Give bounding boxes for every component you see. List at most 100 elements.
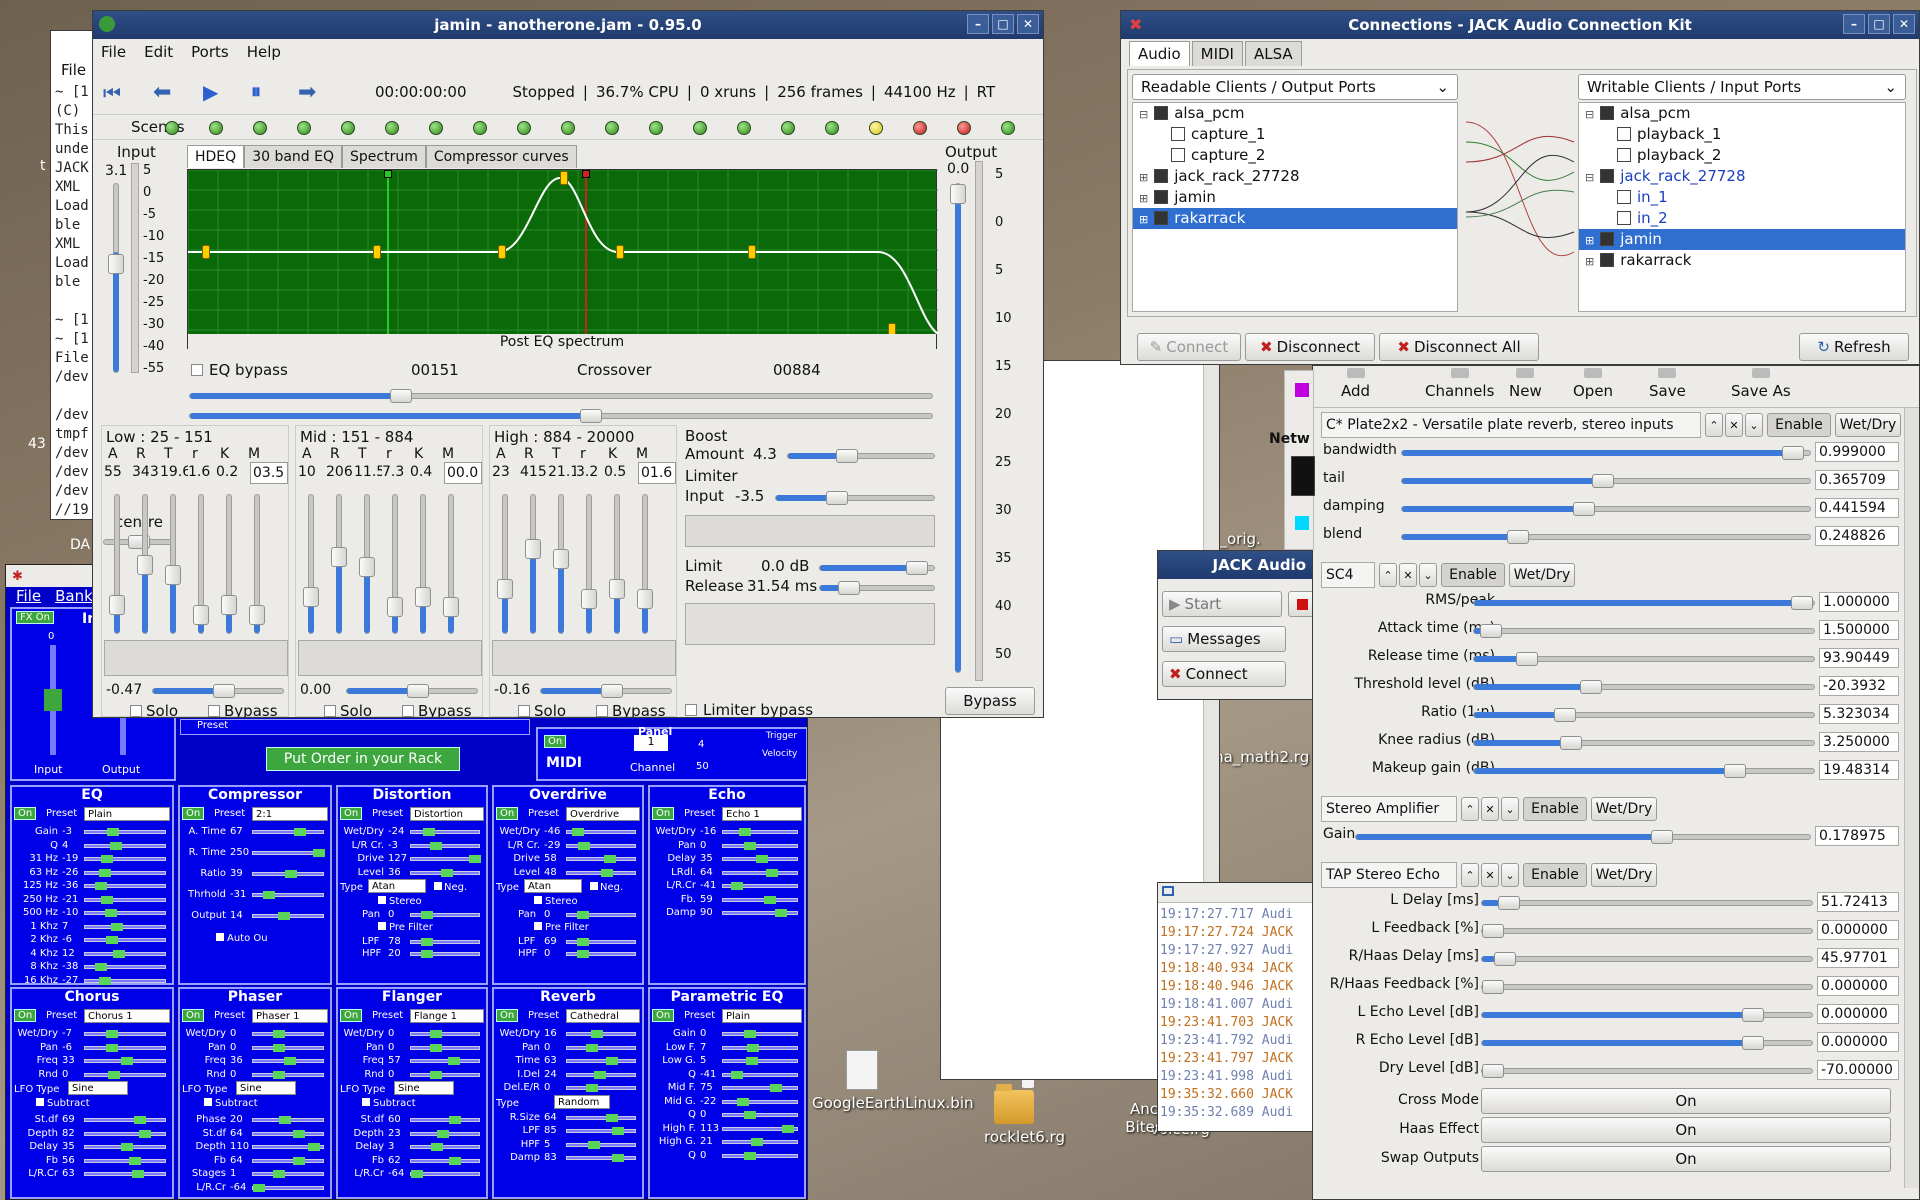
hdeq-graph[interactable]: Post EQ spectrum [187,169,938,350]
param-slider[interactable] [1401,530,1811,544]
rk-param-slider[interactable] [410,1143,480,1151]
rk-type-select[interactable]: Atan [524,879,582,893]
rk-param-slider[interactable] [722,882,798,890]
param-value[interactable]: 51.72413 [1817,892,1899,912]
band-makeup-value[interactable]: 00.0 [444,462,482,484]
tree-item[interactable]: playback_1 [1579,124,1905,145]
param-value[interactable]: 0.000000 [1817,1004,1899,1024]
rk-midi-on-button[interactable]: On [544,735,567,748]
rk-param-slider[interactable] [84,855,166,863]
rk-param-slider[interactable] [410,828,480,836]
plugin-enable-button[interactable]: Enable [1523,797,1587,821]
scene-led[interactable] [825,121,839,135]
band-slider[interactable] [359,494,375,634]
readable-clients-tree[interactable]: ⊟ alsa_pcm capture_1 capture_2 ⊞ jack_rack_27… [1132,102,1458,312]
rk-eq-preset[interactable]: Plain [84,807,170,821]
rk-flanger-preset[interactable]: Flange 1 [410,1009,484,1023]
plugin-enable-button[interactable]: Enable [1523,863,1587,887]
rk-param-slider[interactable] [252,1129,324,1138]
scene-led[interactable] [737,121,751,135]
param-slider[interactable] [1473,736,1815,750]
param-value[interactable]: 0.000000 [1817,976,1899,996]
rk-param-slider[interactable] [410,1030,480,1038]
band-slider[interactable] [525,494,541,634]
rk-menu-bank[interactable]: Bank [55,587,93,607]
close-icon[interactable]: ✕ [1893,14,1915,34]
param-value[interactable]: 1.500000 [1819,620,1899,640]
param-value[interactable]: 0.441594 [1815,498,1899,518]
param-slider[interactable] [1473,708,1815,722]
plugin-enable-button[interactable]: Enable [1441,563,1505,587]
rk-echo-on-button[interactable]: On [652,807,675,820]
rk-param-slider[interactable] [84,1170,166,1178]
expander-icon[interactable]: ⊞ [1139,192,1148,205]
rk-param-slider[interactable] [566,1113,636,1122]
rk-auto-checkbox[interactable]: Auto Ou [216,932,268,945]
tree-item[interactable]: capture_1 [1133,124,1457,145]
scene-led[interactable] [605,121,619,135]
param-slider[interactable] [1473,624,1815,638]
param-slider[interactable] [1481,924,1813,938]
rk-chorus-preset[interactable]: Chorus 1 [84,1009,170,1023]
rk-param-slider[interactable] [252,912,324,920]
rk-param-slider[interactable] [722,909,798,917]
eq-handle[interactable] [202,245,210,259]
scene-led[interactable] [473,121,487,135]
band-slider[interactable] [221,494,237,634]
toolbar-add[interactable]: Add [1341,368,1370,400]
band-gain-slider[interactable] [540,684,672,698]
plugin-down-icon[interactable]: ⌄ [1419,563,1437,587]
rk-compressor-preset[interactable]: 2:1 [252,807,328,821]
scene-led[interactable] [385,121,399,135]
param-slider[interactable] [1481,952,1813,966]
rk-param-slider[interactable] [84,1116,166,1124]
expander-icon[interactable]: ⊟ [1585,171,1594,184]
eq-handle[interactable] [560,171,568,185]
band-slider[interactable] [497,494,513,634]
limiter-input-slider[interactable] [775,491,935,505]
tree-item[interactable]: ⊟ alsa_pcm [1133,103,1457,124]
rk-param-slider[interactable] [84,1043,166,1052]
maximize-icon[interactable]: □ [1868,14,1890,34]
rk-param-slider[interactable] [566,1127,636,1135]
param-slider[interactable] [1481,1064,1813,1078]
rk-parametric-preset[interactable]: Plain [722,1009,802,1023]
rk-param-slider[interactable] [84,1057,166,1065]
tree-item[interactable]: in_1 [1579,187,1905,208]
boost-slider[interactable] [787,449,935,463]
rk-flanger-on-button[interactable]: On [340,1009,363,1022]
scene-led[interactable] [209,121,223,135]
toggle-button[interactable]: On [1481,1146,1891,1172]
rk-param-slider[interactable] [722,1043,798,1052]
tree-item[interactable]: ⊞ jack_rack_27728 [1133,166,1457,187]
rk-param-slider[interactable] [252,1070,324,1079]
tree-item[interactable]: ⊞ jamin [1133,187,1457,208]
rk-param-slider[interactable] [722,1084,798,1092]
param-value[interactable]: 45.97701 [1817,948,1899,968]
rk-phaser-preset[interactable]: Phaser 1 [252,1009,328,1023]
rk-param-slider[interactable] [722,895,798,904]
output-gain-slider[interactable] [950,183,966,673]
rk-param-slider[interactable] [252,828,324,836]
scene-led[interactable] [561,121,575,135]
band-makeup-value[interactable]: 03.5 [250,462,288,484]
plugin-x-icon[interactable]: ✕ [1725,413,1743,437]
param-slider[interactable] [1401,446,1811,460]
plugin-up-icon[interactable]: ⌃ [1705,413,1723,437]
rk-param-slider[interactable] [84,1129,166,1138]
rk-param-slider[interactable] [410,1116,480,1124]
rk-lfo-select[interactable]: Sine [236,1081,296,1095]
expander-icon[interactable]: ⊞ [1585,255,1594,268]
scene-led[interactable] [869,121,883,135]
rk-param-slider[interactable] [84,828,166,836]
plugin-wetdry-button[interactable]: Wet/Dry [1591,863,1657,887]
param-slider[interactable] [1473,680,1815,694]
band-slider[interactable] [415,494,431,634]
rewind-start-icon[interactable]: ⏮ [103,81,121,105]
rk-compressor-on-button[interactable]: On [182,807,205,820]
param-slider[interactable] [1355,830,1811,844]
toolbar-save[interactable]: Save [1649,368,1686,400]
jack-start-button[interactable]: ▶ Start [1162,591,1282,617]
param-slider[interactable] [1481,1008,1813,1022]
rk-distortion-preset[interactable]: Distortion [410,807,484,821]
